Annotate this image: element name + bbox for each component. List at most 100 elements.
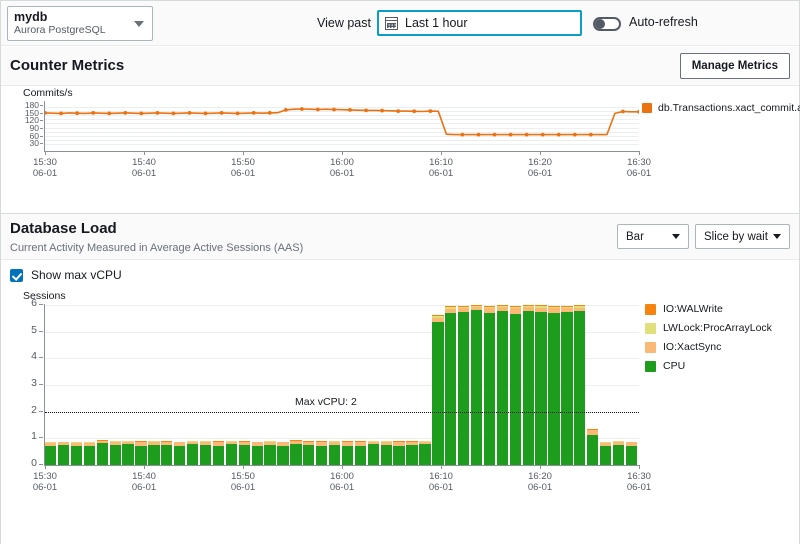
bar-column[interactable]	[613, 305, 624, 465]
bar-column[interactable]	[535, 305, 546, 465]
bar-segment	[355, 446, 366, 465]
chart2-x-tick-time: 16:20	[510, 471, 570, 482]
bar-column[interactable]	[548, 305, 559, 465]
bar-column[interactable]	[458, 305, 469, 465]
bar-segment	[445, 313, 456, 465]
bar-segment	[561, 312, 572, 465]
chart2-y-tick-mark	[39, 437, 43, 438]
performance-insights-dashboard: mydb Aurora PostgreSQL View past Last 1 …	[0, 0, 800, 544]
bar-column[interactable]	[381, 305, 392, 465]
bar-column[interactable]	[587, 305, 598, 465]
bar-column[interactable]	[342, 305, 353, 465]
chart1-data-point	[589, 133, 593, 137]
time-range-input[interactable]: Last 1 hour	[377, 10, 582, 36]
bar-column[interactable]	[161, 305, 172, 465]
bar-column[interactable]	[252, 305, 263, 465]
chart-type-select[interactable]: Bar	[617, 224, 689, 249]
bar-column[interactable]	[71, 305, 82, 465]
legend-item[interactable]: LWLock:ProcArrayLock	[645, 322, 772, 334]
chart2-x-tick-time: 15:40	[114, 471, 174, 482]
view-past-label: View past	[317, 16, 371, 30]
bar-column[interactable]	[290, 305, 301, 465]
bar-segment	[510, 314, 521, 465]
bar-column[interactable]	[510, 305, 521, 465]
database-selector[interactable]: mydb Aurora PostgreSQL	[7, 6, 153, 41]
bar-column[interactable]	[406, 305, 417, 465]
bar-column[interactable]	[122, 305, 133, 465]
bar-column[interactable]	[148, 305, 159, 465]
chart1-x-tick-date: 06-01	[312, 168, 372, 179]
chart1-legend[interactable]: db.Transactions.xact_commit.avg	[642, 102, 800, 114]
legend-item[interactable]: IO:XactSync	[645, 341, 772, 353]
bar-segment	[71, 446, 82, 465]
legend-swatch	[645, 342, 656, 353]
bar-column[interactable]	[316, 305, 327, 465]
chart2-legend[interactable]: IO:WALWrite LWLock:ProcArrayLock IO:XactSy…	[645, 303, 772, 379]
bar-column[interactable]	[239, 305, 250, 465]
auto-refresh-toggle[interactable]	[593, 17, 621, 31]
bar-column[interactable]	[213, 305, 224, 465]
chart2-x-tick-mark	[540, 465, 541, 469]
bar-column[interactable]	[97, 305, 108, 465]
bar-segment	[148, 445, 159, 465]
bar-column[interactable]	[135, 305, 146, 465]
chart2-x-tick-date: 06-01	[213, 482, 273, 493]
bar-column[interactable]	[355, 305, 366, 465]
chart1-data-point	[45, 111, 47, 115]
chart2-x-tick-label: 16:3006-01	[609, 471, 669, 493]
chevron-down-icon	[672, 234, 680, 239]
bar-column[interactable]	[432, 305, 443, 465]
bar-column[interactable]	[187, 305, 198, 465]
bar-column[interactable]	[368, 305, 379, 465]
bar-column[interactable]	[523, 305, 534, 465]
bar-column[interactable]	[264, 305, 275, 465]
bar-column[interactable]	[303, 305, 314, 465]
bar-column[interactable]	[110, 305, 121, 465]
bar-column[interactable]	[174, 305, 185, 465]
bar-segment	[45, 446, 56, 465]
chart1-x-tick-label: 15:5006-01	[213, 157, 273, 179]
bar-column[interactable]	[393, 305, 404, 465]
bar-column[interactable]	[277, 305, 288, 465]
bar-column[interactable]	[226, 305, 237, 465]
bar-column[interactable]	[58, 305, 69, 465]
bar-column[interactable]	[626, 305, 637, 465]
chart-type-value: Bar	[626, 231, 644, 243]
auto-refresh-label: Auto-refresh	[629, 15, 698, 29]
bar-column[interactable]	[419, 305, 430, 465]
bar-column[interactable]	[561, 305, 572, 465]
bar-column[interactable]	[329, 305, 340, 465]
bar-column[interactable]	[497, 305, 508, 465]
chart2-x-tick-time: 16:30	[609, 471, 669, 482]
chart1-x-tick-time: 15:30	[15, 157, 75, 168]
bar-segment	[342, 446, 353, 465]
bar-column[interactable]	[445, 305, 456, 465]
bar-column[interactable]	[45, 305, 56, 465]
bar-column[interactable]	[574, 305, 585, 465]
show-max-vcpu-label: Show max vCPU	[31, 268, 122, 282]
chart1-data-point	[364, 109, 368, 113]
legend-swatch	[645, 304, 656, 315]
bar-column[interactable]	[471, 305, 482, 465]
chart1-data-point	[75, 111, 79, 115]
chart1-data-point	[557, 133, 561, 137]
bar-column[interactable]	[200, 305, 211, 465]
counter-metrics-panel: Counter Metrics Manage Metrics Commits/s…	[1, 47, 799, 212]
bar-segment	[316, 446, 327, 465]
chart2-x-tick-label: 16:2006-01	[510, 471, 570, 493]
slice-by-select[interactable]: Slice by wait	[695, 224, 790, 249]
legend-item[interactable]: IO:WALWrite	[645, 303, 772, 315]
chart1-data-point	[348, 108, 352, 112]
bar-segment	[535, 312, 546, 465]
bar-column[interactable]	[484, 305, 495, 465]
bar-column[interactable]	[600, 305, 611, 465]
bar-column[interactable]	[84, 305, 95, 465]
max-vcpu-threshold-line	[45, 412, 639, 413]
bar-segment	[484, 313, 495, 465]
legend-item[interactable]: CPU	[645, 360, 772, 372]
slice-by-value: Slice by wait	[704, 231, 768, 243]
manage-metrics-button[interactable]: Manage Metrics	[680, 53, 790, 79]
chart1-data-point	[316, 108, 320, 112]
chart1-data-point	[236, 112, 240, 116]
show-max-vcpu-checkbox[interactable]	[10, 269, 23, 282]
